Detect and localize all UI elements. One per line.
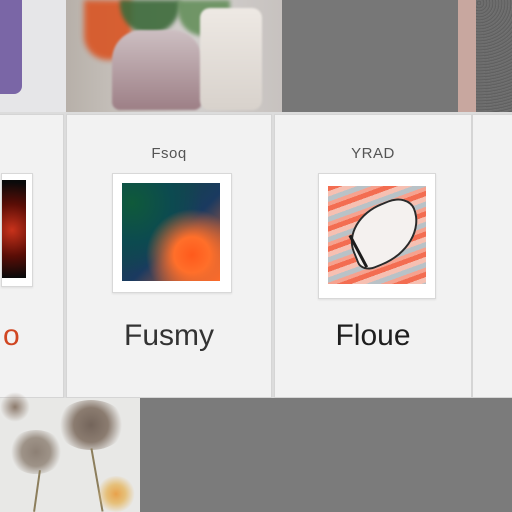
purple-accent-block — [0, 0, 22, 94]
dandelion-photo-blossom — [96, 476, 136, 512]
plant-photo-vase — [112, 30, 202, 110]
card-label: o — [3, 319, 20, 352]
card-thumbnail[interactable] — [112, 173, 232, 293]
card-thumbnail[interactable] — [1, 173, 33, 287]
card-label: Floue — [335, 319, 411, 352]
card-right-partial[interactable] — [472, 114, 512, 398]
abstract-gradient-thumb-icon — [122, 183, 220, 281]
feather-art-thumb-icon — [328, 186, 431, 284]
card-floue[interactable]: YRAD Floue — [274, 114, 472, 398]
card-label: Fusmy — [124, 319, 214, 352]
card-left-partial[interactable]: o — [0, 114, 64, 398]
dark-art-thumb-icon — [2, 180, 26, 278]
card-title: Fsoq — [151, 145, 187, 162]
card-fusmy[interactable]: Fsoq Fusmy — [66, 114, 272, 398]
dandelion-photo-seedhead — [8, 430, 64, 474]
dandelion-photo-seedhead — [0, 392, 30, 422]
plant-photo-cup — [200, 8, 262, 110]
card-thumbnail[interactable] — [318, 173, 436, 299]
pink-tile-edge — [458, 0, 476, 112]
gray-tile[interactable] — [282, 0, 458, 112]
card-title: YRAD — [351, 145, 395, 162]
gravel-photo-tile[interactable] — [476, 0, 512, 112]
gray-tile-bottom[interactable] — [140, 398, 512, 512]
dandelion-photo-seedhead — [56, 400, 126, 450]
